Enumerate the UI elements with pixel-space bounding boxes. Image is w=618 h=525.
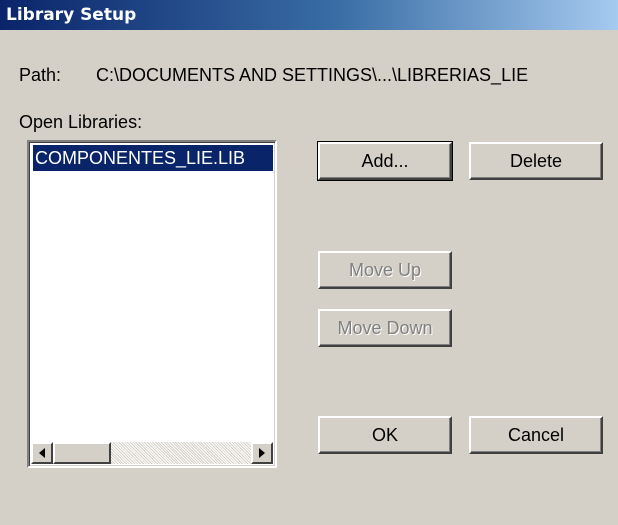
title-bar[interactable]: Library Setup	[0, 0, 618, 30]
open-libraries-list[interactable]: COMPONENTES_LIE.LIB	[27, 140, 277, 468]
arrow-left-icon	[39, 448, 45, 458]
path-value: C:\DOCUMENTS AND SETTINGS\...\LIBRERIAS_…	[96, 65, 529, 85]
scroll-left-button[interactable]	[31, 442, 53, 464]
delete-button[interactable]: Delete	[469, 142, 603, 180]
move-down-button[interactable]: Move Down	[318, 309, 452, 347]
open-libraries-label: Open Libraries:	[19, 112, 143, 132]
arrow-right-icon	[259, 448, 265, 458]
scroll-right-button[interactable]	[251, 442, 273, 464]
move-up-button[interactable]: Move Up	[318, 251, 452, 289]
ok-button[interactable]: OK	[318, 416, 452, 454]
scroll-thumb[interactable]	[53, 442, 111, 464]
path-label: Path:	[19, 65, 62, 85]
horizontal-scrollbar[interactable]	[31, 442, 273, 464]
add-button[interactable]: Add...	[317, 141, 453, 181]
cancel-button[interactable]: Cancel	[469, 416, 603, 454]
list-item-selected[interactable]: COMPONENTES_LIE.LIB	[33, 145, 273, 171]
window-title: Library Setup	[6, 5, 137, 25]
